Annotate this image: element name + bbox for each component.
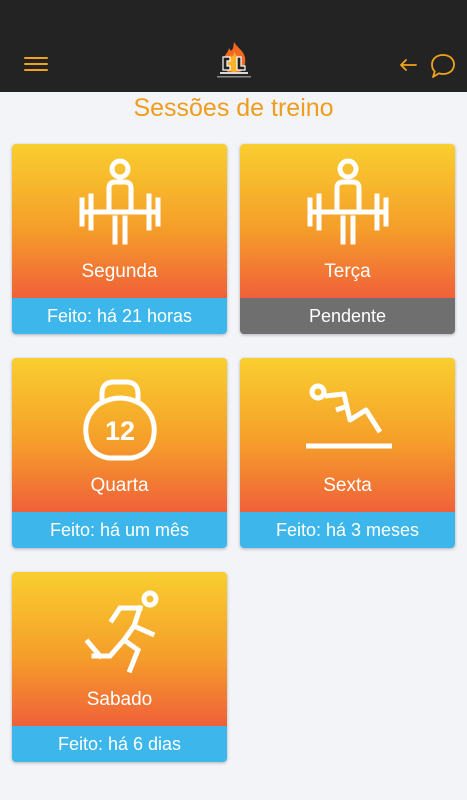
status-badge: Feito: há 6 dias [12, 726, 227, 762]
status-badge: Feito: há 21 horas [12, 298, 227, 334]
session-card-sexta[interactable]: Sexta Feito: há 3 meses [240, 358, 455, 548]
kettlebell-icon: 12 [83, 379, 157, 461]
situp-icon [306, 383, 392, 449]
card-header: 12 Quarta [12, 358, 227, 512]
session-card-terca[interactable]: Terça Pendente [240, 144, 455, 334]
hamburger-menu-icon[interactable] [24, 55, 50, 75]
session-card-segunda[interactable]: Segunda Feito: há 21 horas [12, 144, 227, 334]
card-header: Segunda [12, 144, 227, 298]
card-header: Terça [240, 144, 455, 298]
arrow-left-icon[interactable] [397, 55, 419, 75]
card-header: Sexta [240, 358, 455, 512]
session-day-label: Sabado [86, 689, 153, 710]
weightlifter-icon [307, 158, 389, 245]
session-day-label: Sexta [323, 475, 372, 496]
status-badge: Feito: há 3 meses [240, 512, 455, 548]
kettlebell-weight-text: 12 [105, 416, 135, 446]
card-header: Sabado [12, 572, 227, 726]
session-day-label: Segunda [81, 261, 158, 282]
status-badge: Pendente [240, 298, 455, 334]
speech-bubble-icon[interactable] [428, 51, 458, 81]
flame-logo [217, 42, 251, 78]
session-card-quarta[interactable]: 12 Quarta Feito: há um mês [12, 358, 227, 548]
status-badge: Feito: há um mês [12, 512, 227, 548]
app-bar [0, 0, 467, 92]
runner-icon [84, 590, 159, 674]
session-card-sabado[interactable]: Sabado Feito: há 6 dias [12, 572, 227, 762]
weightlifter-icon [79, 158, 161, 245]
session-day-label: Terça [324, 261, 371, 282]
page-title: Sessões de treino [133, 94, 334, 122]
session-day-label: Quarta [90, 475, 149, 496]
